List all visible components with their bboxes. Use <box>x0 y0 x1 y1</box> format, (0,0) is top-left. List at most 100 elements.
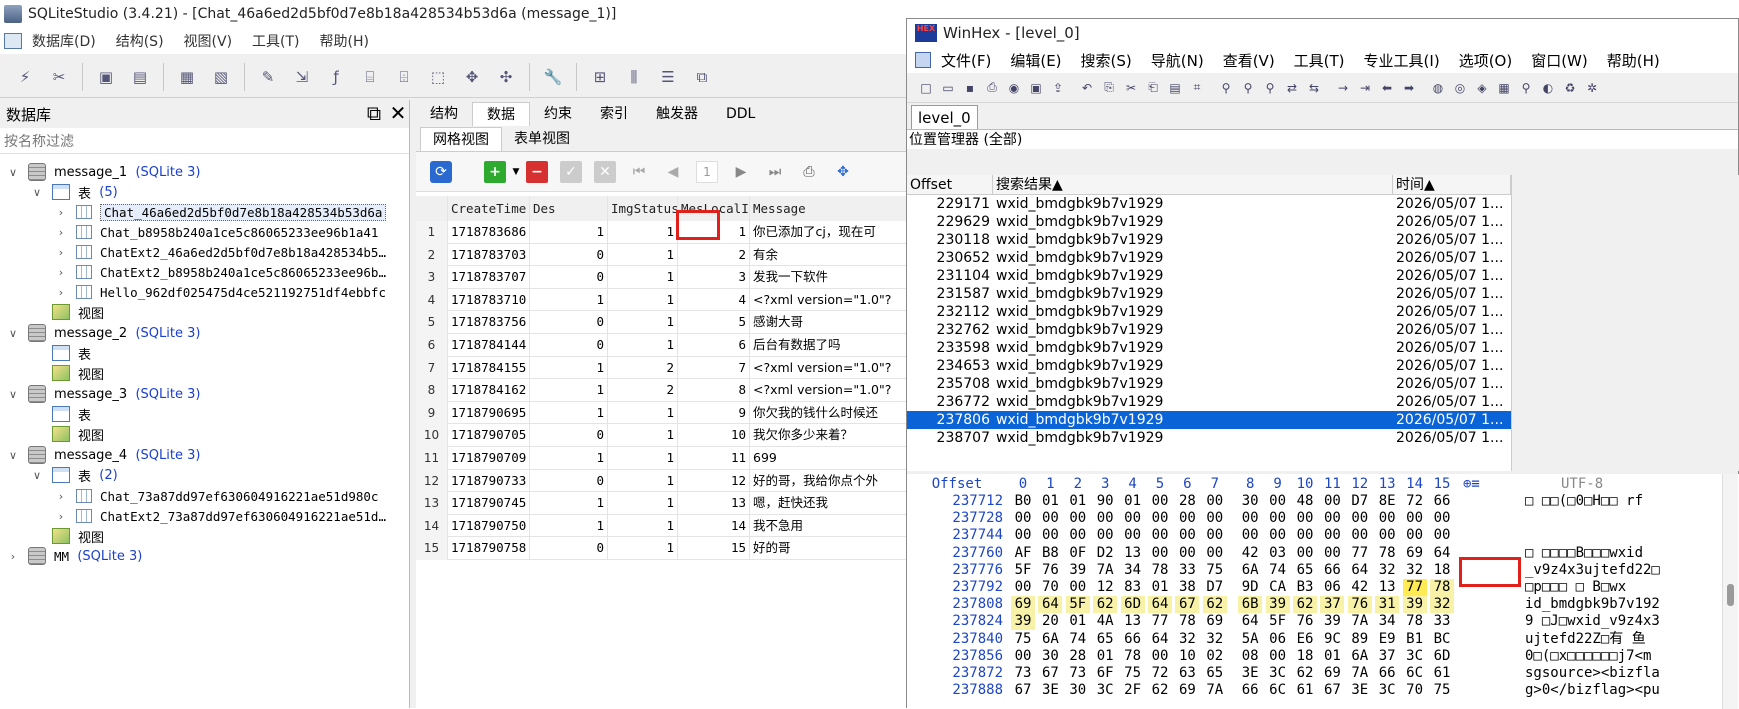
grid-cell[interactable]: 1718784162 <box>448 379 530 402</box>
grid-cell[interactable]: 0 <box>530 469 608 493</box>
cascade-icon[interactable]: ✣ <box>494 65 518 89</box>
search-result-row[interactable]: 234653 wxid_bmdgbk9b7v1929 2026/05/07 1... <box>907 357 1511 375</box>
print-icon[interactable]: ⎙ <box>798 161 820 183</box>
commit-icon[interactable]: ✓ <box>560 160 582 183</box>
grid-cell[interactable]: 你已添加了cj，现在可 <box>750 221 912 244</box>
hex-byte[interactable]: 00 <box>1375 510 1399 527</box>
properties-icon[interactable]: ▣ <box>1028 80 1044 96</box>
hex-byte[interactable]: 3E <box>1348 682 1372 699</box>
table-row[interactable]: 10 1718790705 0 1 10 我欠你多少来着？ <box>416 424 912 447</box>
hex-byte[interactable]: 00 <box>1066 579 1090 596</box>
import-icon[interactable]: ⇲ <box>290 65 314 89</box>
hex-byte[interactable]: 66 <box>1320 562 1344 579</box>
tab-level-0[interactable]: level_0 <box>911 105 978 129</box>
hex-byte[interactable]: 4A <box>1093 613 1117 630</box>
tree-node-message-2[interactable]: ∨ message_2 (SQLite 3) <box>6 323 200 343</box>
menu-view[interactable]: 查看(V) <box>1223 50 1275 71</box>
hex-byte[interactable]: 66 <box>1238 682 1262 699</box>
delete-row-icon[interactable]: − <box>526 160 548 183</box>
tab-form-view[interactable]: 表单视图 <box>502 127 582 151</box>
hex-byte[interactable]: 39 <box>1011 613 1035 631</box>
hex-byte[interactable]: 00 <box>1175 510 1199 527</box>
next-page-icon[interactable]: ▶ <box>730 161 752 183</box>
hex-byte[interactable]: 74 <box>1066 631 1090 648</box>
hex-byte[interactable]: 00 <box>1093 510 1117 527</box>
grid-cell[interactable]: 0 <box>530 243 608 267</box>
hex-byte[interactable]: 34 <box>1121 562 1145 579</box>
search-result-row[interactable]: 232112 wxid_bmdgbk9b7v1929 2026/05/07 1... <box>907 303 1511 321</box>
hex-ascii[interactable]: id_bmdgbk9b7v192 <box>1525 596 1725 613</box>
grid-cell[interactable]: 1718790705 <box>448 424 530 447</box>
hex-byte[interactable]: 76 <box>1293 613 1317 630</box>
hex-byte[interactable]: 00 <box>1293 527 1317 544</box>
hex-ascii[interactable]: 0□(□x□□□□□□j7<m <box>1525 648 1725 665</box>
hex-byte[interactable]: 6D <box>1430 648 1454 665</box>
tree-node-views[interactable]: 视图 <box>30 526 104 546</box>
hex-byte[interactable]: 7A <box>1203 682 1227 699</box>
hex-byte[interactable]: 78 <box>1121 648 1145 665</box>
hex-byte[interactable]: 75 <box>1203 562 1227 579</box>
hex-byte[interactable]: 01 <box>1066 493 1090 510</box>
tab-constraints[interactable]: 约束 <box>530 102 586 126</box>
hex-byte[interactable]: 5F <box>1065 596 1090 614</box>
hex-byte[interactable]: 61 <box>1293 682 1317 699</box>
hex-byte[interactable]: 30 <box>1038 648 1062 665</box>
grid-cell[interactable]: 14 <box>678 514 750 538</box>
hex-byte[interactable]: 01 <box>1320 648 1344 665</box>
hex-byte[interactable]: 00 <box>1266 648 1290 665</box>
tree-node-table[interactable]: › ChatExt2_b8958b240a1ce5c86065233ee96b… <box>54 262 386 282</box>
layout-rows-icon[interactable]: ☰ <box>656 65 680 89</box>
hex-byte[interactable]: E9 <box>1375 631 1399 648</box>
gauge-icon[interactable]: ◐ <box>1540 80 1556 96</box>
grid-cell[interactable]: 1 <box>608 469 678 493</box>
hex-byte[interactable]: 00 <box>1148 648 1172 665</box>
search-result-row[interactable]: 231104 wxid_bmdgbk9b7v1929 2026/05/07 1... <box>907 267 1511 285</box>
hex-byte[interactable]: 00 <box>1093 527 1117 544</box>
hex-byte[interactable]: 00 <box>1266 493 1290 510</box>
hex-byte[interactable]: BC <box>1430 631 1454 648</box>
hex-byte[interactable]: 67 <box>1038 665 1062 682</box>
tree-node-views[interactable]: 视图 <box>30 363 104 383</box>
hex-byte[interactable]: 77 <box>1348 545 1372 562</box>
hex-byte[interactable]: 64 <box>1348 562 1372 579</box>
table-row[interactable]: 7 1718784155 1 2 7 <?xml version="1.0"? <box>416 356 912 380</box>
grid-cell[interactable]: 15 <box>678 537 750 560</box>
grid-cell[interactable]: 1 <box>608 447 678 470</box>
hex-byte[interactable]: 00 <box>1403 527 1427 544</box>
tab-structure[interactable]: 结构 <box>416 102 472 126</box>
hex-byte[interactable]: 01 <box>1121 493 1145 510</box>
grid-cell[interactable]: 6 <box>678 334 750 357</box>
hex-byte[interactable]: 5F <box>1266 613 1290 630</box>
hex-byte[interactable]: 37 <box>1320 596 1345 614</box>
hex-byte[interactable]: 65 <box>1203 665 1227 682</box>
hex-byte[interactable]: 32 <box>1403 562 1427 579</box>
hex-byte[interactable]: 00 <box>1148 545 1172 562</box>
grid-cell[interactable]: 1 <box>530 356 608 380</box>
hex-row[interactable]: 237856 00 30 28 01 78 00 10 02 08 00 18 01 6A 37 3C 6D 0□… <box>907 648 1739 665</box>
hex-byte[interactable]: 6A <box>1348 648 1372 665</box>
hex-byte[interactable]: 72 <box>1403 493 1427 510</box>
hex-byte[interactable]: 7A <box>1093 562 1117 579</box>
hex-byte[interactable]: 00 <box>1266 527 1290 544</box>
grid-cell[interactable]: 1718790733 <box>448 469 530 493</box>
grid-cell[interactable]: 2 <box>608 356 678 380</box>
clipboard-icon[interactable]: ▤ <box>1167 80 1183 96</box>
recover-icon[interactable]: ♻ <box>1562 80 1578 96</box>
hex-byte[interactable]: 67 <box>1011 682 1035 699</box>
hex-byte[interactable]: 03 <box>1266 545 1290 562</box>
function-icon[interactable]: ƒ <box>324 65 348 89</box>
grid-cell[interactable]: 13 <box>678 492 750 515</box>
tab-data[interactable]: 数据 <box>472 102 530 126</box>
hex-byte[interactable]: 00 <box>1375 527 1399 544</box>
hex-byte[interactable]: 69 <box>1320 665 1344 682</box>
hex-byte[interactable]: 01 <box>1066 613 1090 630</box>
column-header[interactable]: Des <box>530 196 608 221</box>
grid-cell[interactable]: 好的哥 <box>750 537 912 560</box>
menu-help[interactable]: 帮助(H) <box>320 31 369 51</box>
grid-cell[interactable]: 我欠你多少来着？ <box>750 424 912 447</box>
hex-byte[interactable]: 64 <box>1238 613 1262 630</box>
hex-byte[interactable]: 18 <box>1293 648 1317 665</box>
hex-byte[interactable]: 67 <box>1175 596 1200 614</box>
hex-row[interactable]: 237728 00 00 00 00 00 00 00 00 00 00 00 00 00 00 00 00 <box>907 510 1739 527</box>
hex-byte[interactable]: 74 <box>1266 562 1290 579</box>
